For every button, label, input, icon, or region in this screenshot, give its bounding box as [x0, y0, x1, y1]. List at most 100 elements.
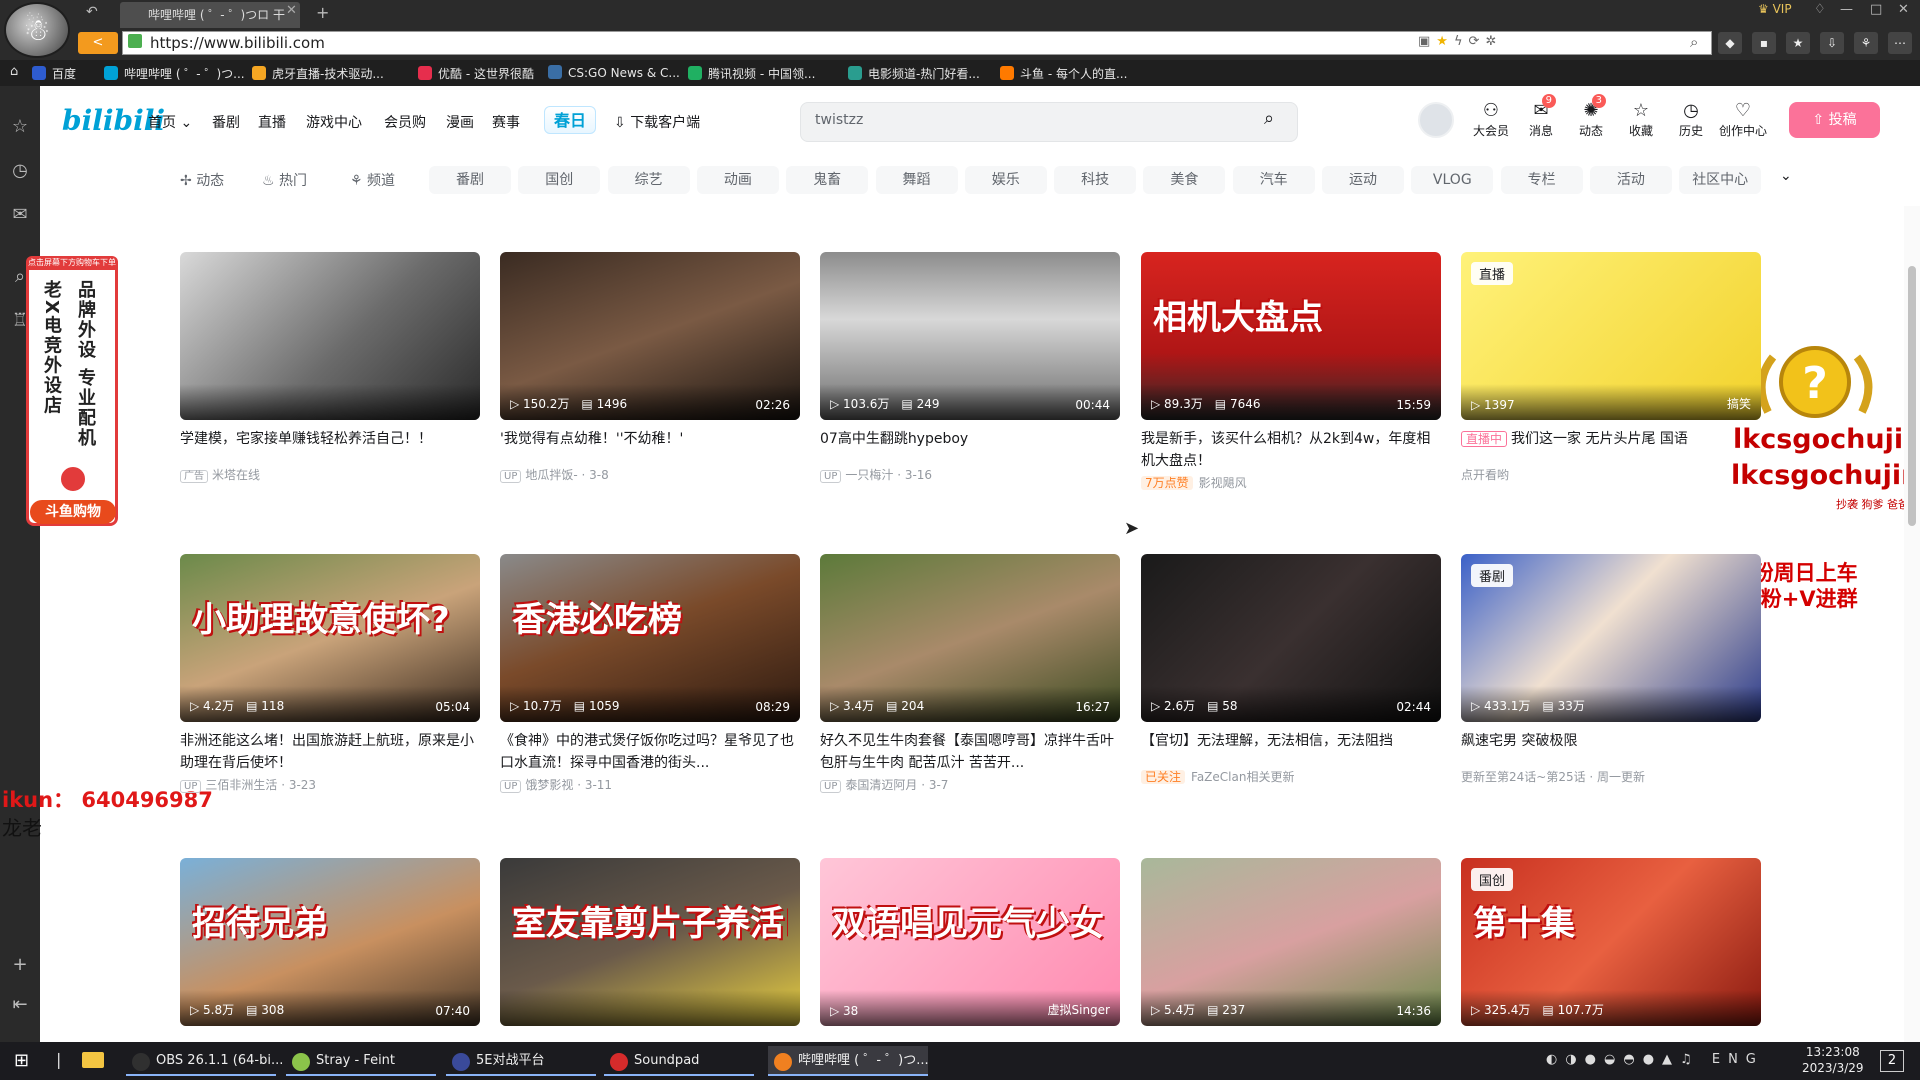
header-message-button[interactable]: ✉ 消息 9 [1516, 94, 1566, 139]
nav-mall[interactable]: 会员购 [384, 112, 426, 132]
scrollbar-thumb[interactable] [1908, 266, 1916, 526]
video-meta[interactable]: UP 地瓜拌饭- · 3-8 [500, 466, 800, 483]
channel-tab[interactable]: 娱乐 [964, 166, 1047, 194]
channel-tab[interactable]: 专栏 [1500, 166, 1583, 194]
notification-icon[interactable]: 2 [1880, 1050, 1904, 1072]
start-icon[interactable]: ⊞ [14, 1050, 29, 1071]
url-search-icon[interactable]: ⌕ [1690, 33, 1698, 51]
video-card[interactable]: 香港必吃榜 ▷ 10.7万 ▤ 1059 08:29 《食神》中的港式煲仔饭你吃过吗？星… [500, 554, 800, 793]
bookmark-item[interactable]: 百度 [32, 65, 76, 82]
history-sidebar-icon[interactable]: ◷ [8, 160, 32, 184]
nav-live[interactable]: 直播 [258, 112, 286, 132]
video-meta[interactable]: 广告 米塔在线 [180, 466, 480, 483]
new-tab-icon[interactable]: + [316, 3, 329, 22]
header-history-button[interactable]: ◷ 历史 [1666, 100, 1716, 139]
video-meta[interactable]: UP 泰国清迈阿月 · 3-7 [820, 776, 1120, 793]
channel-tab[interactable]: 运动 [1322, 166, 1404, 194]
nav-home[interactable]: 首页 ⌄ [148, 112, 192, 132]
bookmark-item[interactable]: 斗鱼 - 每个人的直... [1000, 65, 1127, 82]
bookmark-item[interactable]: CS:GO News & C... [548, 65, 680, 80]
channel-tab[interactable]: VLOG [1411, 166, 1494, 194]
favorites-icon[interactable]: ☆ [8, 116, 32, 140]
nav-esports[interactable]: 赛事 [492, 112, 520, 132]
channel-tab[interactable]: 番剧 [429, 166, 511, 194]
video-meta[interactable]: 7万点赞 影视飓风 [1141, 474, 1441, 491]
nav-download-client[interactable]: ⇩ 下载客户端 [614, 112, 700, 132]
video-thumbnail[interactable] [180, 252, 480, 420]
avatar[interactable] [1418, 102, 1454, 138]
taskbar-app[interactable]: 5E对战平台 [446, 1046, 596, 1076]
header-vip-button[interactable]: ⚇ 大会员 [1466, 100, 1516, 139]
channel-tab[interactable]: 综艺 [607, 166, 690, 194]
undo-icon[interactable]: ↶ [86, 4, 98, 20]
tab-close-icon[interactable]: ✕ [286, 3, 297, 18]
video-meta[interactable]: UP 饿梦影视 · 3-11 [500, 776, 800, 793]
video-thumbnail[interactable]: ▷ 103.6万 ▤ 249 00:44 [820, 252, 1120, 420]
search-icon[interactable]: ⌕ [1264, 108, 1274, 129]
channel-tab[interactable]: 社区中心 [1679, 166, 1762, 194]
bookmark-item[interactable]: 腾讯视频 - 中国领... [688, 65, 815, 82]
channels-more-chevron-icon[interactable]: ⌄ [1780, 168, 1792, 184]
header-favorite-button[interactable]: ☆ 收藏 [1616, 100, 1666, 139]
nav-bangumi[interactable]: 番剧 [212, 112, 240, 132]
bookmark-item[interactable]: 虎牙直播-技术驱动... [252, 65, 384, 82]
browser-logo-icon[interactable]: ☃ [4, 2, 70, 58]
menu-icon[interactable]: ⋯ [1888, 32, 1912, 54]
header-dynamic-button[interactable]: ✺ 动态 3 [1566, 94, 1616, 139]
vip-badge[interactable]: ♛ VIP [1758, 2, 1792, 16]
add-icon[interactable]: + [8, 954, 32, 978]
channel-quick-动态[interactable]: ✢ 动态 [180, 170, 224, 190]
file-explorer-icon[interactable] [82, 1052, 104, 1068]
upload-button[interactable]: ⇧ 投稿 [1789, 102, 1880, 138]
video-thumbnail[interactable]: ▷ 3.4万 ▤ 204 16:27 [820, 554, 1120, 722]
back-button[interactable]: < [78, 32, 118, 54]
url-tools[interactable]: ▣★ϟ⟳✲ [1418, 34, 1502, 49]
home-icon[interactable]: ⌂ [10, 64, 18, 79]
search-input[interactable] [800, 102, 1298, 142]
channel-tab[interactable]: 汽车 [1232, 166, 1315, 194]
gamepad-icon[interactable]: ⚘ [1854, 32, 1878, 54]
video-meta[interactable]: 已关注 FaZeClan相关更新 [1141, 768, 1441, 785]
video-card[interactable]: 番剧 ▷ 433.1万 ▤ 33万 飙速宅男 突破极限 更新至第24话~第25话 · 周… [1461, 554, 1761, 785]
channel-quick-热门[interactable]: ♨ 热门 [262, 170, 307, 190]
video-thumbnail[interactable]: ▷ 2.6万 ▤ 58 02:44 [1141, 554, 1441, 722]
video-card[interactable]: ▷ 103.6万 ▤ 249 00:44 07高中生翻跳hypeboy UP 一只梅汁 ·… [820, 252, 1120, 483]
maximize-button[interactable]: □ [1870, 2, 1882, 17]
video-thumbnail[interactable]: 直播 ▷ 1397 搞笑 [1461, 252, 1761, 420]
spring-event-badge[interactable]: 春日 [544, 106, 596, 134]
video-thumbnail[interactable]: 香港必吃榜 ▷ 10.7万 ▤ 1059 08:29 [500, 554, 800, 722]
channel-tab[interactable]: 活动 [1589, 166, 1672, 194]
video-meta[interactable]: UP 一只梅汁 · 3-16 [820, 466, 1120, 483]
close-button[interactable]: ✕ [1898, 2, 1909, 17]
taskbar-app[interactable]: Stray - Feint [286, 1046, 436, 1076]
nav-manga[interactable]: 漫画 [446, 112, 474, 132]
tab-bilibili[interactable]: 哔哩哔哩 ( ゜- ゜)つロ 干 [120, 2, 300, 28]
video-card[interactable]: ▷ 3.4万 ▤ 204 16:27 好久不见生牛肉套餐【泰国嗯哼哥】凉拌牛舌叶包肝与… [820, 554, 1120, 793]
video-card[interactable]: 双语唱见元气少女 ▷ 38 虚拟Singer [820, 858, 1120, 1026]
taskbar-app[interactable]: Soundpad [604, 1046, 754, 1076]
channel-tab[interactable]: 动画 [696, 166, 779, 194]
video-thumbnail[interactable]: 室友靠剪片子养活自己? [500, 858, 800, 1026]
video-thumbnail[interactable]: ▷ 5.4万 ▤ 237 14:36 [1141, 858, 1441, 1026]
video-card[interactable]: 相机大盘点 ▷ 89.3万 ▤ 7646 15:59 我是新手，该买什么相机？从2k到4… [1141, 252, 1441, 491]
shop-button[interactable]: 斗鱼购物 [30, 500, 116, 524]
skin-icon[interactable]: ♢ [1814, 2, 1826, 17]
video-card[interactable]: ▷ 2.6万 ▤ 58 02:44 【官切】无法理解，无法相信，无法阻挡 已关注 FaZe… [1141, 554, 1441, 785]
video-thumbnail[interactable]: 小助理故意使坏? ▷ 4.2万 ▤ 118 05:04 [180, 554, 480, 722]
ext-icon-2[interactable]: ▪ [1752, 32, 1776, 54]
channel-tab[interactable]: 舞蹈 [875, 166, 958, 194]
video-card[interactable]: ▷ 5.4万 ▤ 237 14:36 [1141, 858, 1441, 1026]
download-icon[interactable]: ⇩ [1820, 32, 1844, 54]
video-card[interactable]: 第十集 国创 ▷ 325.4万 ▤ 107.7万 [1461, 858, 1761, 1026]
video-card[interactable]: 小助理故意使坏? ▷ 4.2万 ▤ 118 05:04 非洲还能这么堵！出国旅游赶上航班… [180, 554, 480, 793]
video-thumbnail[interactable]: 招待兄弟 ▷ 5.8万 ▤ 308 07:40 [180, 858, 480, 1026]
video-title[interactable]: 我是新手，该买什么相机？从2k到4w，年度相机大盘点！ [1141, 428, 1441, 472]
video-thumbnail[interactable]: 番剧 ▷ 433.1万 ▤ 33万 [1461, 554, 1761, 722]
video-title[interactable]: 非洲还能这么堵！出国旅游赶上航班，原来是小助理在背后使坏！ [180, 730, 480, 774]
ext-icon-1[interactable]: ◆ [1718, 32, 1742, 54]
taskbar-app[interactable]: 哔哩哔哩 ( ゜- ゜)つ... [768, 1046, 929, 1076]
channel-tab[interactable]: 鬼畜 [786, 166, 869, 194]
channel-quick-频道[interactable]: ⚘ 频道 [350, 170, 395, 190]
video-thumbnail[interactable]: 第十集 国创 ▷ 325.4万 ▤ 107.7万 [1461, 858, 1761, 1026]
video-meta[interactable]: UP 三佰非洲生活 · 3-23 [180, 776, 480, 793]
